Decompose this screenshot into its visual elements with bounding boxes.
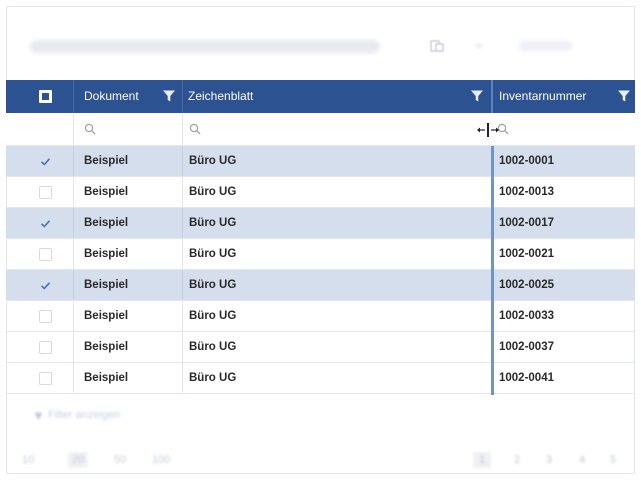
grid-header: Dokument Zeichenblatt Inventarnummer [6,80,635,113]
cell-zeichenblatt: Büro UG [189,217,237,229]
search-icon[interactable] [189,123,201,135]
column-separator [182,80,183,113]
row-checkbox[interactable] [39,372,52,385]
search-icon[interactable] [84,123,96,135]
table-row[interactable]: Beispiel Büro UG 1002-0041 [6,363,635,394]
resize-cursor-icon [477,123,499,137]
table-row[interactable]: Beispiel Büro UG 1002-0033 [6,301,635,332]
filter-funnel-icon[interactable] [617,89,631,103]
row-checkbox[interactable] [39,217,52,230]
table-row[interactable]: Beispiel Büro UG 1002-0017 [6,208,635,239]
toolbar-button-blurred[interactable] [520,41,572,51]
page-size-10[interactable]: 10 [22,452,34,468]
toolbar-title-blurred [30,40,380,53]
column-header-zeichenblatt[interactable]: Zeichenblatt [188,80,253,113]
row-checkbox[interactable] [39,248,52,261]
column-resize-handle[interactable] [491,80,493,113]
column-separator [73,146,74,176]
show-filter-link[interactable]: ▼ Filter anzeigen [32,407,162,423]
cell-zeichenblatt: Büro UG [189,155,237,167]
column-header-inventarnummer[interactable]: Inventarnummer [499,80,586,113]
page-size-20[interactable]: 20 [68,452,89,468]
cell-inventarnummer: 1002-0037 [499,341,554,353]
page-2[interactable]: 2 [508,452,526,468]
column-separator [73,113,74,145]
table-row[interactable]: Beispiel Büro UG 1002-0001 [6,146,635,177]
toolbar [30,38,590,58]
cell-inventarnummer: 1002-0025 [499,279,554,291]
column-separator [182,270,183,300]
page-1[interactable]: 1 [473,452,491,468]
cell-inventarnummer: 1002-0033 [499,310,554,322]
column-separator [182,332,183,362]
table-row[interactable]: Beispiel Büro UG 1002-0013 [6,177,635,208]
row-checkbox[interactable] [39,155,52,168]
filter-funnel-icon[interactable] [470,89,484,103]
column-separator [73,208,74,238]
filter-row [6,113,635,146]
column-separator [73,301,74,331]
column-separator [73,239,74,269]
cell-inventarnummer: 1002-0013 [499,186,554,198]
row-checkbox[interactable] [39,341,52,354]
row-checkbox[interactable] [39,310,52,323]
filter-funnel-icon[interactable] [162,89,176,103]
table-row[interactable]: Beispiel Büro UG 1002-0021 [6,239,635,270]
column-separator [182,363,183,393]
cell-inventarnummer: 1002-0001 [499,155,554,167]
column-separator [182,177,183,207]
column-header-dokument[interactable]: Dokument [84,80,139,113]
page-size-100[interactable]: 100 [152,452,170,468]
cell-zeichenblatt: Büro UG [189,341,237,353]
column-separator [73,270,74,300]
page-4[interactable]: 4 [573,452,591,468]
row-checkbox[interactable] [39,279,52,292]
column-separator [73,363,74,393]
cell-zeichenblatt: Büro UG [189,310,237,322]
cell-zeichenblatt: Büro UG [189,186,237,198]
page-5[interactable]: 5 [604,452,622,468]
select-all-checkbox[interactable] [39,90,52,103]
column-separator [73,332,74,362]
column-separator [182,239,183,269]
column-separator [182,146,183,176]
page-size-50[interactable]: 50 [114,452,126,468]
column-separator [182,301,183,331]
export-icon[interactable] [428,38,446,54]
row-checkbox[interactable] [39,186,52,199]
cell-dokument: Beispiel [84,186,129,198]
column-separator [182,208,183,238]
cell-inventarnummer: 1002-0021 [499,248,554,260]
toolbar-separator [476,44,482,48]
page-3[interactable]: 3 [540,452,558,468]
cell-inventarnummer: 1002-0017 [499,217,554,229]
column-separator [73,177,74,207]
cell-dokument: Beispiel [84,155,129,167]
column-separator [182,113,183,145]
cell-zeichenblatt: Büro UG [189,372,237,384]
cell-dokument: Beispiel [84,279,129,291]
cell-zeichenblatt: Büro UG [189,279,237,291]
cell-dokument: Beispiel [84,310,129,322]
column-resize-guide [491,146,494,395]
cell-dokument: Beispiel [84,248,129,260]
cell-inventarnummer: 1002-0041 [499,372,554,384]
cell-dokument: Beispiel [84,341,129,353]
cell-dokument: Beispiel [84,372,129,384]
table-row[interactable]: Beispiel Büro UG 1002-0037 [6,332,635,363]
cell-zeichenblatt: Büro UG [189,248,237,260]
column-separator [73,80,74,113]
cell-dokument: Beispiel [84,217,129,229]
filter-funnel-icon: ▼ [32,408,45,423]
pager: 10 20 50 100 1 2 3 4 5 [22,452,622,468]
table-row[interactable]: Beispiel Büro UG 1002-0025 [6,270,635,301]
show-filter-label: Filter anzeigen [48,409,121,421]
